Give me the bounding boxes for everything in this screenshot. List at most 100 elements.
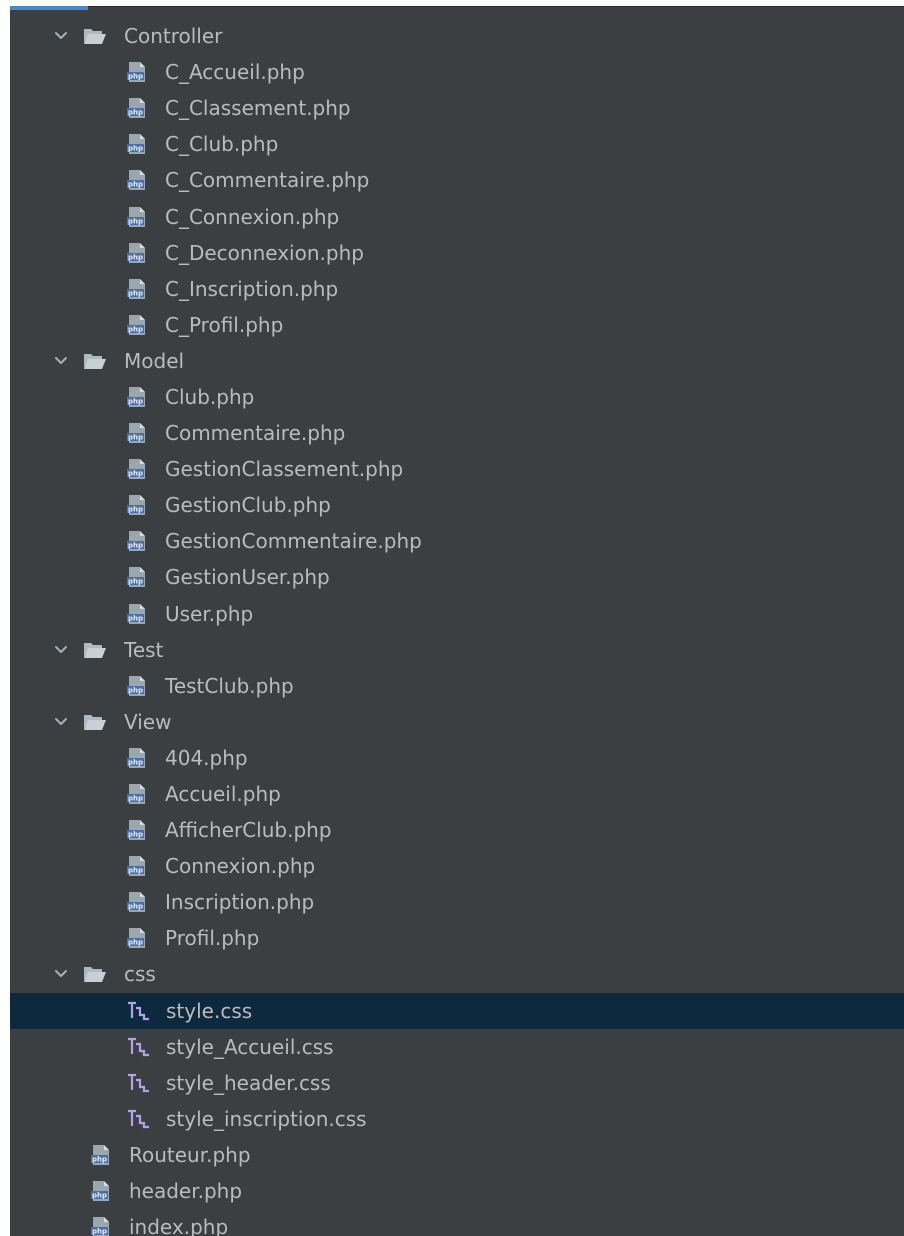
tree-file-c-commentaire-php[interactable]: php C_Commentaire.php bbox=[10, 162, 904, 198]
folder-open-icon bbox=[82, 963, 108, 985]
tree-file-afficherclub-php[interactable]: php AfficherClub.php bbox=[10, 812, 904, 848]
tree-item-label: Connexion.php bbox=[165, 854, 316, 879]
tree-file-style-accueil-css[interactable]: style_Accueil.css bbox=[10, 1029, 904, 1065]
svg-text:php: php bbox=[128, 217, 143, 225]
tree-item-label: style_header.css bbox=[166, 1070, 331, 1095]
tree-item-label: Test bbox=[124, 637, 164, 662]
php-file-icon: php bbox=[126, 566, 148, 588]
tree-file-testclub-php[interactable]: php TestClub.php bbox=[10, 668, 904, 704]
tree-file-gestionclassement-php[interactable]: php GestionClassement.php bbox=[10, 451, 904, 487]
svg-text:php: php bbox=[128, 398, 143, 406]
tree-file-connexion-php[interactable]: php Connexion.php bbox=[10, 848, 904, 884]
php-file-icon: php bbox=[126, 747, 148, 769]
php-file-icon: php bbox=[126, 603, 148, 625]
chevron-down-icon[interactable] bbox=[54, 354, 68, 368]
svg-text:php: php bbox=[128, 867, 143, 875]
svg-text:php: php bbox=[128, 614, 143, 622]
tree-item-label: GestionCommentaire.php bbox=[165, 529, 422, 554]
tree-file-club-php[interactable]: php Club.php bbox=[10, 379, 904, 415]
tree-file-commentaire-php[interactable]: php Commentaire.php bbox=[10, 415, 904, 451]
tree-file-c-profil-php[interactable]: php C_Profil.php bbox=[10, 307, 904, 343]
tree-file-accueil-php[interactable]: php Accueil.php bbox=[10, 776, 904, 812]
svg-text:php: php bbox=[128, 145, 143, 153]
tree-folder-test[interactable]: Test bbox=[10, 632, 904, 668]
php-file-icon: php bbox=[90, 1144, 112, 1166]
tree-file-404-php[interactable]: php 404.php bbox=[10, 740, 904, 776]
tree-file-style-header-css[interactable]: style_header.css bbox=[10, 1065, 904, 1101]
tree-item-label: 404.php bbox=[165, 745, 248, 770]
tree-item-label: style.css bbox=[166, 998, 253, 1023]
tree-folder-model[interactable]: Model bbox=[10, 343, 904, 379]
tree-item-label: Model bbox=[124, 348, 185, 373]
tree-file-c-accueil-php[interactable]: php C_Accueil.php bbox=[10, 54, 904, 90]
php-file-icon: php bbox=[126, 494, 148, 516]
tree-file-style-inscription-css[interactable]: style_inscription.css bbox=[10, 1101, 904, 1137]
php-file-icon: php bbox=[126, 819, 148, 841]
tree-item-label: Commentaire.php bbox=[165, 421, 346, 446]
php-file-icon: php bbox=[126, 530, 148, 552]
svg-text:php: php bbox=[92, 1156, 107, 1164]
php-file-icon: php bbox=[126, 458, 148, 480]
svg-text:php: php bbox=[128, 542, 143, 550]
tree-file-c-club-php[interactable]: php C_Club.php bbox=[10, 126, 904, 162]
svg-text:php: php bbox=[128, 903, 143, 911]
tree-item-label: AfficherClub.php bbox=[165, 818, 332, 843]
svg-text:php: php bbox=[128, 181, 143, 189]
chevron-down-icon[interactable] bbox=[54, 29, 68, 43]
tree-item-label: Club.php bbox=[165, 384, 255, 409]
tree-item-label: Inscription.php bbox=[165, 890, 315, 915]
tree-file-style-css[interactable]: style.css bbox=[10, 992, 904, 1029]
php-file-icon: php bbox=[126, 133, 148, 155]
tree-file-c-connexion-php[interactable]: php C_Connexion.php bbox=[10, 198, 904, 234]
svg-text:php: php bbox=[128, 470, 143, 478]
tree-file-gestionclub-php[interactable]: php GestionClub.php bbox=[10, 487, 904, 523]
svg-text:php: php bbox=[128, 109, 143, 117]
php-file-icon: php bbox=[126, 314, 148, 336]
php-file-icon: php bbox=[126, 242, 148, 264]
project-tool-window: Controller php C_Accueil.php php C_Classemen… bbox=[10, 6, 904, 1236]
tree-item-label: C_Club.php bbox=[165, 132, 279, 157]
tree-file-routeur-php[interactable]: php Routeur.php bbox=[10, 1137, 904, 1173]
tree-item-label: GestionUser.php bbox=[165, 565, 330, 590]
chevron-down-icon[interactable] bbox=[54, 643, 68, 657]
tree-file-c-inscription-php[interactable]: php C_Inscription.php bbox=[10, 271, 904, 307]
folder-open-icon bbox=[82, 639, 108, 661]
php-file-icon: php bbox=[90, 1216, 112, 1236]
tree-file-gestionuser-php[interactable]: php GestionUser.php bbox=[10, 559, 904, 595]
chevron-down-icon[interactable] bbox=[54, 715, 68, 729]
css-file-icon bbox=[126, 1072, 152, 1094]
tree-item-label: Routeur.php bbox=[129, 1142, 251, 1167]
tree-folder-css[interactable]: css bbox=[10, 956, 904, 992]
tree-file-c-deconnexion-php[interactable]: php C_Deconnexion.php bbox=[10, 235, 904, 271]
tree-file-user-php[interactable]: php User.php bbox=[10, 596, 904, 632]
tree-item-label: Profil.php bbox=[165, 926, 260, 951]
php-file-icon: php bbox=[90, 1180, 112, 1202]
tree-file-c-classement-php[interactable]: php C_Classement.php bbox=[10, 90, 904, 126]
folder-open-icon bbox=[82, 711, 108, 733]
tree-file-index-php[interactable]: php index.php bbox=[10, 1209, 904, 1236]
css-file-icon bbox=[126, 1036, 152, 1058]
chevron-down-icon[interactable] bbox=[54, 967, 68, 981]
php-file-icon: php bbox=[126, 783, 148, 805]
tree-item-label: GestionClub.php bbox=[165, 493, 331, 518]
php-file-icon: php bbox=[126, 97, 148, 119]
tree-file-header-php[interactable]: php header.php bbox=[10, 1173, 904, 1209]
svg-text:php: php bbox=[128, 253, 143, 261]
tree-item-label: Accueil.php bbox=[165, 782, 281, 807]
tree-item-label: header.php bbox=[129, 1179, 243, 1204]
tree-file-profil-php[interactable]: php Profil.php bbox=[10, 920, 904, 956]
tree-item-label: View bbox=[124, 709, 172, 734]
php-file-icon: php bbox=[126, 422, 148, 444]
svg-text:php: php bbox=[128, 831, 143, 839]
tree-item-label: GestionClassement.php bbox=[165, 457, 404, 482]
tree-file-gestioncommentaire-php[interactable]: php GestionCommentaire.php bbox=[10, 523, 904, 559]
svg-text:php: php bbox=[128, 939, 143, 947]
tree-item-label: index.php bbox=[129, 1215, 229, 1236]
tree-folder-view[interactable]: View bbox=[10, 704, 904, 740]
svg-text:php: php bbox=[128, 434, 143, 442]
svg-text:php: php bbox=[128, 73, 143, 81]
tree-item-label: Controller bbox=[124, 24, 223, 49]
tree-file-inscription-php[interactable]: php Inscription.php bbox=[10, 884, 904, 920]
tree-folder-controller[interactable]: Controller bbox=[10, 18, 904, 54]
svg-text:php: php bbox=[128, 325, 143, 333]
